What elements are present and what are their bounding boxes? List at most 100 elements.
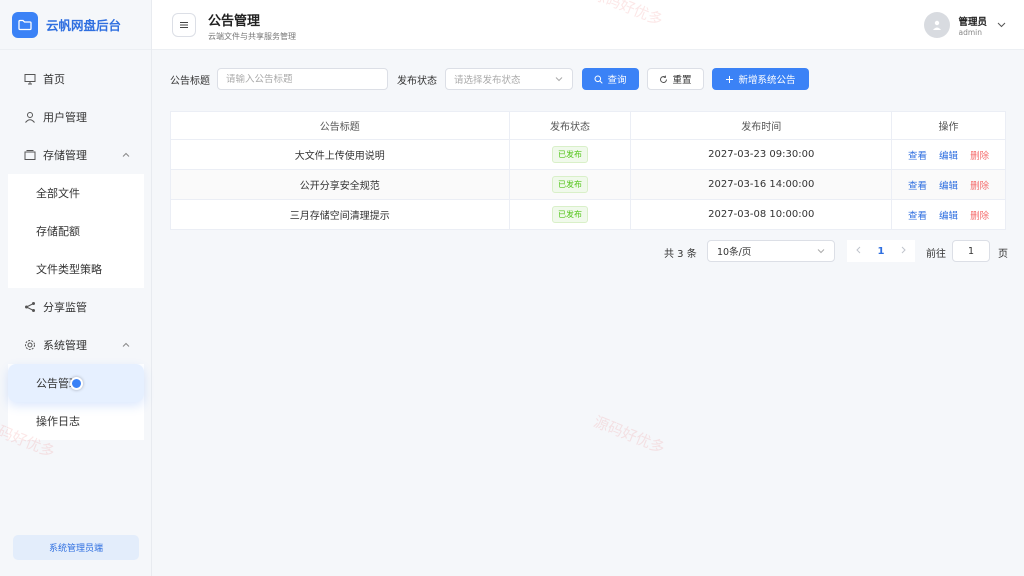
chevron-up-icon: [122, 339, 130, 352]
sidebar-item-label: 存储管理: [43, 149, 87, 162]
sidebar-item-label: 存储配额: [36, 225, 80, 238]
status-select[interactable]: 请选择发布状态: [445, 68, 573, 90]
search-button[interactable]: 查询: [582, 68, 639, 90]
publish-time: 2027-03-08 10:00:00: [630, 199, 893, 230]
status-badge: 已发布: [551, 146, 588, 163]
title-search-input[interactable]: [226, 73, 387, 85]
prev-page-button[interactable]: [855, 246, 862, 257]
avatar: [924, 12, 951, 38]
storage-submenu: 全部文件 存储配额 文件类型策略: [8, 174, 144, 288]
add-announcement-button[interactable]: 新增系统公告: [712, 68, 809, 90]
delete-link[interactable]: 删除: [970, 181, 989, 192]
sidebar-item-label: 首页: [43, 73, 65, 86]
publish-time: 2027-03-23 09:30:00: [630, 139, 893, 170]
page-size-select[interactable]: 10条/页: [707, 240, 835, 262]
chevron-down-icon: [997, 18, 1006, 32]
app-title: 云帆网盘后台: [46, 18, 122, 33]
search-button-label: 查询: [607, 75, 627, 86]
user-icon: [933, 20, 942, 30]
column-header: 操作: [891, 111, 1006, 140]
folder-icon: [12, 11, 38, 38]
filter-bar: 公告标题 发布状态 请选择发布状态 查询 重置 新增系统公告: [170, 68, 1010, 90]
monitor-icon: [24, 73, 36, 85]
table-header-row: 公告标题 发布状态 发布时间 操作: [170, 111, 1006, 140]
chevron-down-icon: [817, 247, 825, 258]
goto-label: 前往: [926, 249, 946, 260]
sidebar-item-label: 全部文件: [36, 187, 80, 200]
delete-link[interactable]: 删除: [970, 211, 989, 222]
page-size-value: 10条/页: [717, 247, 752, 258]
title-search-field[interactable]: [217, 68, 388, 90]
sidebar-item-label: 文件类型策略: [36, 263, 102, 276]
sidebar-item-label: 操作日志: [36, 415, 80, 428]
sidebar-item-all-files[interactable]: 全部文件: [8, 174, 144, 212]
view-link[interactable]: 查看: [908, 181, 927, 192]
delete-link[interactable]: 删除: [970, 151, 989, 162]
sidebar-item-system[interactable]: 系统管理: [0, 326, 152, 364]
plus-icon: [725, 75, 734, 84]
announcement-table: 公告标题 发布状态 发布时间 操作 大文件上传使用说明 已发布 2027-03-…: [170, 111, 1006, 230]
page-title: 公告管理: [208, 14, 261, 29]
title-filter-label: 公告标题: [170, 76, 210, 87]
announcement-title: 三月存储空间清理提示: [170, 199, 510, 230]
sidebar-item-label: 系统管理: [43, 339, 87, 352]
column-header[interactable]: 发布状态: [509, 111, 632, 140]
edit-link[interactable]: 编辑: [939, 181, 958, 192]
sidebar-item-quota[interactable]: 存储配额: [8, 212, 144, 250]
sidebar-item-operation-log[interactable]: 操作日志: [8, 402, 144, 440]
cursor-indicator: [70, 377, 83, 390]
edit-link[interactable]: 编辑: [939, 211, 958, 222]
table-row: 大文件上传使用说明 已发布 2027-03-23 09:30:00 查看 编辑 删除: [170, 139, 1006, 170]
chevron-up-icon: [122, 149, 130, 162]
view-link[interactable]: 查看: [908, 151, 927, 162]
announcement-title: 大文件上传使用说明: [170, 139, 510, 170]
brand[interactable]: 云帆网盘后台: [0, 0, 151, 50]
chevron-right-icon: [901, 246, 906, 253]
pagination-nav: 1: [847, 240, 915, 262]
next-page-button[interactable]: [900, 246, 907, 257]
status-filter-label: 发布状态: [397, 76, 437, 87]
table-row: 公开分享安全规范 已发布 2027-03-16 14:00:00 查看 编辑 删除: [170, 169, 1006, 200]
user-menu[interactable]: 管理员 admin: [924, 12, 1006, 38]
sidebar-item-share-monitor[interactable]: 分享监管: [0, 288, 152, 326]
pagination-total: 共 3 条: [664, 249, 697, 260]
view-link[interactable]: 查看: [908, 211, 927, 222]
column-header[interactable]: 公告标题: [170, 111, 510, 140]
sidebar-item-label: 用户管理: [43, 111, 87, 124]
sidebar-item-label: 分享监管: [43, 301, 87, 314]
user-name: 管理员: [958, 16, 987, 28]
sidebar-item-home[interactable]: 首页: [0, 60, 152, 98]
sidebar-nav: 首页 用户管理 存储管理 全部文件 存储配额 文件类型策略 分享监管 系统管理 …: [0, 60, 152, 440]
sidebar-item-users[interactable]: 用户管理: [0, 98, 152, 136]
sidebar-item-storage[interactable]: 存储管理: [0, 136, 152, 174]
storage-icon: [24, 149, 36, 161]
sidebar: 云帆网盘后台 首页 用户管理 存储管理 全部文件 存储配额 文件类型策略 分享监…: [0, 0, 152, 576]
menu-toggle-button[interactable]: [172, 13, 196, 37]
sidebar-item-announcements[interactable]: 公告管理: [8, 364, 144, 402]
edit-link[interactable]: 编辑: [939, 151, 958, 162]
chevron-left-icon: [856, 246, 861, 253]
column-header[interactable]: 发布时间: [630, 111, 893, 140]
sidebar-item-file-type-policy[interactable]: 文件类型策略: [8, 250, 144, 288]
search-icon: [594, 75, 604, 84]
table-row: 三月存储空间清理提示 已发布 2027-03-08 10:00:00 查看 编辑 删…: [170, 199, 1006, 230]
menu-icon: [180, 22, 188, 28]
role-badge: 系统管理员端: [13, 535, 139, 560]
page-unit-label: 页: [998, 249, 1008, 260]
gear-icon: [24, 339, 36, 351]
status-select-placeholder: 请选择发布状态: [454, 75, 521, 86]
page-subtitle: 云端文件与共享服务管理: [208, 32, 296, 41]
system-submenu: 公告管理 操作日志: [8, 364, 144, 440]
status-badge: 已发布: [551, 176, 588, 193]
user-icon: [24, 111, 36, 123]
chevron-down-icon: [555, 75, 563, 86]
reset-button[interactable]: 重置: [647, 68, 704, 90]
add-button-label: 新增系统公告: [738, 75, 796, 86]
current-page[interactable]: 1: [878, 246, 885, 257]
announcement-title: 公开分享安全规范: [170, 169, 510, 200]
status-badge: 已发布: [551, 206, 588, 223]
goto-page-input[interactable]: 1: [952, 240, 990, 262]
publish-time: 2027-03-16 14:00:00: [630, 169, 893, 200]
refresh-icon: [659, 75, 668, 84]
watermark: 源码好优多: [591, 412, 668, 458]
